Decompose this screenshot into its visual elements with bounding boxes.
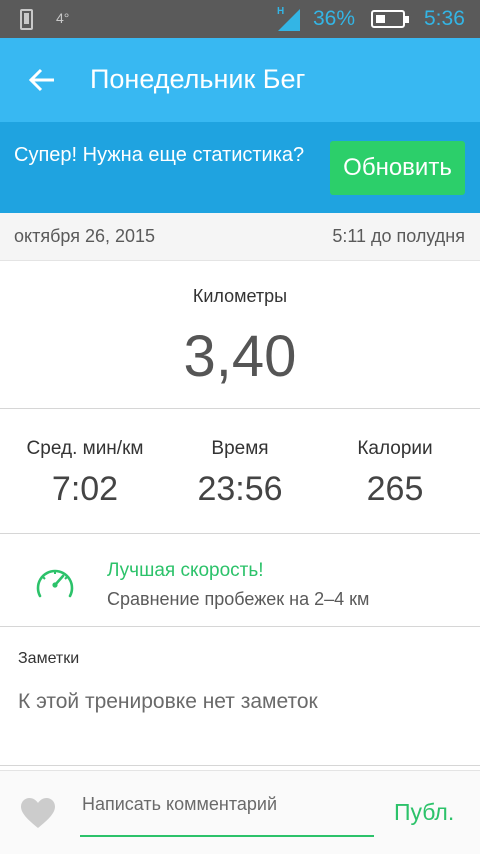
app-bar: Понедельник Бег <box>0 38 480 122</box>
achievement-row[interactable]: Лучшая скорость! Сравнение пробежек на 2… <box>0 535 480 627</box>
upgrade-banner-text: Супер! Нужна еще статистика? <box>14 144 305 166</box>
stat-value: 23:56 <box>197 470 283 508</box>
stat-label: Сред. мин/км <box>26 438 144 459</box>
stat-avg-pace: Сред. мин/км 7:02 <box>0 438 170 509</box>
notes-label: Заметки <box>18 650 80 667</box>
achievement-subtitle: Сравнение пробежек на 2–4 км <box>107 589 370 609</box>
publish-button[interactable]: Публ. <box>394 799 454 826</box>
run-date-row: октября 26, 2015 5:11 до полудня <box>0 213 480 261</box>
stat-value: 265 <box>366 470 424 508</box>
heart-icon <box>21 798 55 828</box>
battery-icon <box>371 10 409 28</box>
stat-label: Время <box>211 438 269 459</box>
stat-value: 7:02 <box>51 470 119 508</box>
back-button[interactable] <box>20 58 64 102</box>
like-button[interactable] <box>20 797 56 829</box>
battery-percent: 36% <box>313 7 356 30</box>
run-date: октября 26, 2015 <box>14 226 156 246</box>
phone-icon <box>20 9 33 30</box>
distance-value: 3,40 <box>183 324 297 389</box>
upgrade-button[interactable]: Обновить <box>330 141 465 195</box>
run-start-time: 5:11 до полудня <box>332 226 465 246</box>
notes-empty-text: К этой тренировке нет заметок <box>18 690 318 713</box>
comment-bar: Публ. <box>0 770 480 854</box>
arrow-back-icon <box>28 68 54 92</box>
signal-icon: H <box>277 6 300 31</box>
speedometer-icon <box>36 569 74 598</box>
stat-label: Калории <box>357 438 433 459</box>
stat-calories: Калории 265 <box>310 438 480 509</box>
achievement-title: Лучшая скорость! <box>107 560 264 581</box>
page-title: Понедельник Бег <box>90 64 306 94</box>
network-type: H <box>277 6 284 17</box>
stats-row: Сред. мин/км 7:02 Время 23:56 Калории 26… <box>0 410 480 534</box>
stat-duration: Время 23:56 <box>155 438 325 509</box>
comment-input[interactable] <box>80 787 374 837</box>
distance-section: Километры 3,40 <box>0 261 480 409</box>
upgrade-banner: Супер! Нужна еще статистика? Обновить <box>0 122 480 213</box>
notes-section: Заметки К этой тренировке нет заметок <box>0 628 480 766</box>
distance-label: Километры <box>192 286 288 306</box>
clock: 5:36 <box>424 7 465 30</box>
status-bar: 4° H 36% 5:36 <box>0 0 480 38</box>
temperature-indicator: 4° <box>56 10 70 26</box>
